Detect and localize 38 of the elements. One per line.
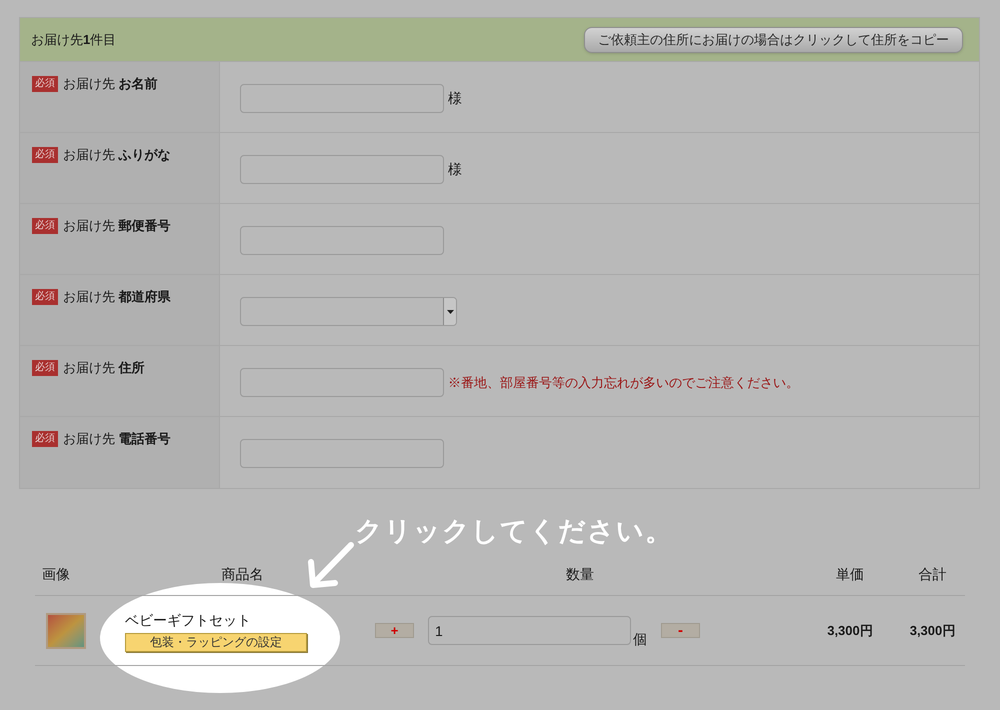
copy-address-button[interactable]: ご依頼主の住所にお届けの場合はクリックして住所をコピー [584, 26, 963, 52]
required-badge: 必須 [32, 76, 58, 92]
unit-price: 3,300円 [827, 622, 873, 638]
suffix-text: 様 [448, 160, 462, 179]
note-text: ※番地、部屋番号等の入力忘れが多いのでご注意ください。 [448, 374, 799, 392]
field-label: お届け先 ふりがな [63, 147, 171, 163]
field-label: お届け先 お名前 [63, 76, 158, 92]
column-header: 画像 [42, 566, 70, 582]
column-header: 単価 [836, 566, 864, 582]
input-field[interactable] [240, 226, 444, 255]
annotation-text: クリックしてください。 [355, 516, 673, 546]
required-badge: 必須 [32, 147, 58, 163]
column-header: 数量 [566, 566, 594, 582]
required-badge: 必須 [32, 360, 58, 376]
dropdown-arrow-icon [446, 310, 454, 314]
input-field[interactable] [240, 368, 444, 397]
column-header: 合計 [918, 566, 946, 582]
quantity-field[interactable]: 1 [428, 616, 631, 645]
section-title: お届け先1件目 [31, 30, 116, 49]
field-label: お届け先 電話番号 [63, 431, 171, 447]
arrow-icon [307, 542, 355, 588]
product-photo [46, 612, 86, 648]
required-badge: 必須 [32, 218, 58, 234]
input-field[interactable] [240, 84, 444, 113]
input-field[interactable] [240, 155, 444, 184]
wrapping-settings-button[interactable]: 包装・ラッピングの設定 [125, 632, 307, 652]
field-label: お届け先 都道府県 [63, 289, 171, 305]
required-badge: 必須 [32, 289, 58, 305]
input-field[interactable] [240, 439, 444, 468]
suffix-text: 様 [448, 89, 462, 108]
product-name: ベビーギフトセット [125, 610, 251, 630]
unit-text: 個 [633, 630, 647, 648]
field-label: お届け先 郵便番号 [63, 218, 171, 234]
column-header: 商品名 [222, 566, 264, 582]
required-badge: 必須 [32, 431, 58, 447]
total-price: 3,300円 [910, 622, 956, 638]
prefecture-select[interactable] [240, 297, 457, 326]
field-label: お届け先 住所 [63, 360, 145, 376]
